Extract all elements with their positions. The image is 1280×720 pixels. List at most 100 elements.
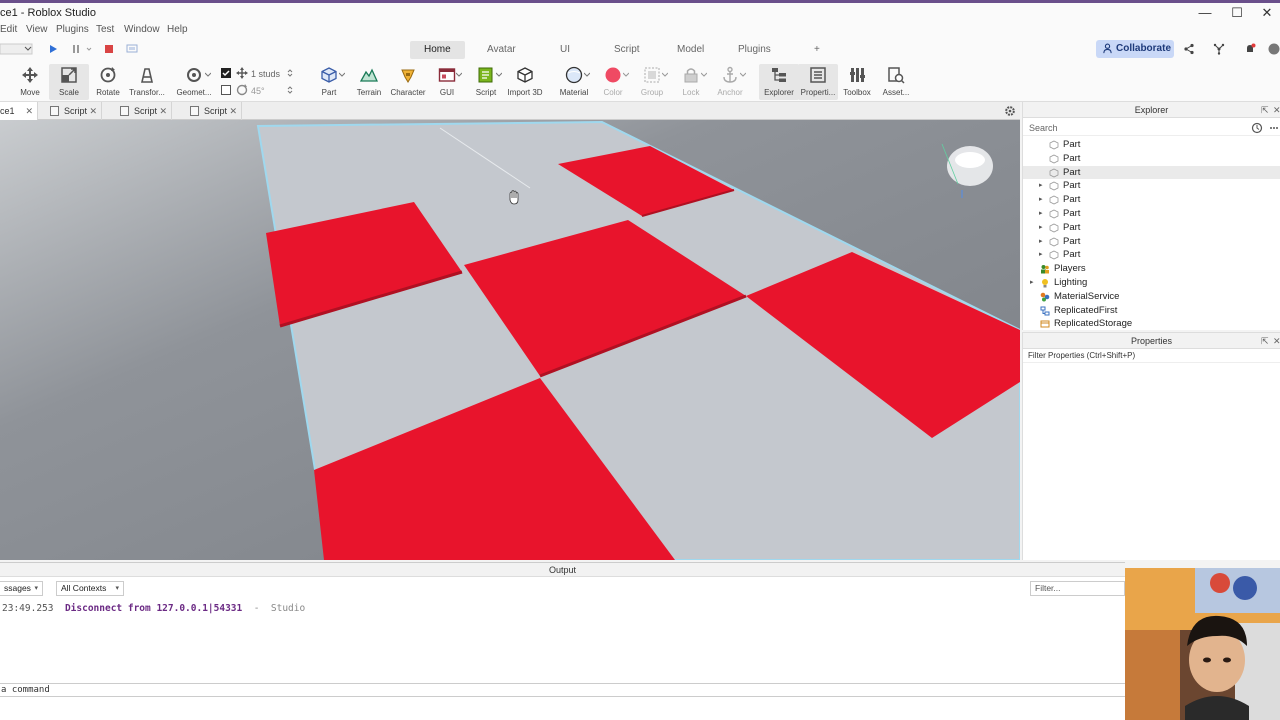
tree-item-part[interactable]: ▸ Part [1023,221,1280,235]
material-dropdown-icon[interactable] [584,72,590,78]
properties-filter-input[interactable]: Filter Properties (Ctrl+Shift+P) [1023,349,1280,363]
output-filter-input[interactable]: Filter... [1030,581,1125,596]
tree-item-part[interactable]: ▸ Part [1023,207,1280,221]
client-server-icon[interactable] [126,43,138,55]
move-tool[interactable]: Move [10,64,50,100]
avatar-icon[interactable] [1268,43,1280,55]
expand-arrow-icon[interactable]: ▸ [1039,235,1043,249]
menu-window[interactable]: Window [124,24,160,35]
anchor-tool[interactable]: Anchor [710,64,750,100]
tree-item-part[interactable]: ▸ Part [1023,248,1280,262]
tree-item-part[interactable]: ▸ Part [1023,235,1280,249]
3d-viewport[interactable] [0,120,1020,560]
command-bar-input[interactable]: a command [0,683,1125,697]
tree-item-part[interactable]: Part [1023,152,1280,166]
expand-arrow-icon[interactable]: ▸ [1039,248,1043,262]
rotate-snap-checkbox[interactable] [221,85,231,95]
lock-tool[interactable]: Lock [671,64,711,100]
explorer-close-icon[interactable]: ✕ [1273,102,1280,118]
geometry-dropdown-icon[interactable] [205,72,211,78]
properties-popout-icon[interactable]: ⇱ [1261,333,1269,349]
studs-value[interactable]: 1 studs [251,69,280,79]
tree-item-part[interactable]: ▸ Part [1023,179,1280,193]
minimize-button[interactable]: — [1190,4,1220,22]
lock-dropdown-icon[interactable] [701,72,707,78]
anchor-dropdown-icon[interactable] [740,72,746,78]
play-icon[interactable] [47,43,59,55]
expand-arrow-icon[interactable]: ▸ [1039,207,1043,221]
explorer-popout-icon[interactable]: ⇱ [1261,102,1269,118]
tree-item-players[interactable]: Players [1023,262,1280,276]
tab-script[interactable]: Script [600,41,654,59]
tab-add[interactable]: + [800,41,834,59]
tab-script-2[interactable]: Script ✕ [116,102,172,120]
color-tool[interactable]: Color [593,64,633,100]
expand-arrow-icon[interactable]: ▸ [1030,276,1034,290]
part-dropdown-icon[interactable] [339,72,345,78]
gui-dropdown-icon[interactable] [456,72,462,78]
menu-view[interactable]: View [26,24,48,35]
tree-item-lighting[interactable]: ▸ Lighting [1023,276,1280,290]
maximize-button[interactable]: ☐ [1222,4,1252,22]
menu-help[interactable]: Help [167,24,188,35]
terrain-tool[interactable]: Terrain [349,64,389,100]
gui-tool[interactable]: GUI [427,64,467,100]
script-tool[interactable]: Script [466,64,506,100]
tab-script-3[interactable]: Script ✕ [186,102,242,120]
explorer-tool[interactable]: Explorer [759,64,799,100]
part-tool[interactable]: Part [309,64,349,100]
expand-arrow-icon[interactable]: ▸ [1039,221,1043,235]
tab-avatar[interactable]: Avatar [473,41,530,59]
explorer-search-input[interactable]: Search [1023,120,1280,136]
scale-tool[interactable]: Scale [49,64,89,100]
tab-plugins[interactable]: Plugins [724,41,785,59]
character-tool[interactable]: Character [388,64,428,100]
color-dropdown-icon[interactable] [623,72,629,78]
tab-place[interactable]: ce1 ✕ [0,102,38,120]
menu-test[interactable]: Test [96,24,114,35]
menu-edit[interactable]: Edit [0,24,17,35]
toolbox-tool[interactable]: Toolbox [837,64,877,100]
context-select[interactable]: All Contexts ▾ [56,581,124,596]
stop-icon[interactable] [103,43,115,55]
group-tool[interactable]: Group [632,64,672,100]
network-icon[interactable] [1213,43,1225,55]
tree-item-part[interactable]: ▸ Part [1023,193,1280,207]
angle-stepper-icon[interactable] [287,85,293,95]
tab-script-3-close[interactable]: ✕ [229,102,237,120]
tab-script-1-close[interactable]: ✕ [89,102,97,120]
tab-place-close[interactable]: ✕ [25,102,33,120]
close-button[interactable]: ✕ [1252,4,1280,22]
tab-home[interactable]: Home [410,41,465,59]
tab-ui[interactable]: UI [546,41,584,59]
tree-item-material-service[interactable]: MaterialService [1023,290,1280,304]
collaborate-button[interactable]: Collaborate [1096,40,1174,58]
more-options-icon[interactable] [1269,122,1279,134]
group-dropdown-icon[interactable] [662,72,668,78]
properties-close-icon[interactable]: ✕ [1273,333,1280,349]
move-snap-checkbox[interactable] [221,68,231,78]
import-3d-tool[interactable]: Import 3D [505,64,545,100]
transform-tool[interactable]: Transfor... [127,64,167,100]
place-dropdown[interactable] [0,43,34,55]
material-tool[interactable]: Material [554,64,594,100]
expand-arrow-icon[interactable]: ▸ [1039,193,1043,207]
pause-icon[interactable] [70,43,82,55]
notification-bell-icon[interactable] [1244,43,1256,55]
tab-script-2-close[interactable]: ✕ [159,102,167,120]
rotate-tool[interactable]: Rotate [88,64,128,100]
expand-arrow-icon[interactable]: ▸ [1039,179,1043,193]
viewport-settings-gear-icon[interactable] [1004,105,1016,117]
properties-tool[interactable]: Properti... [798,64,838,100]
tab-script-1[interactable]: Script ✕ [46,102,102,120]
tree-item-part[interactable]: Part [1023,165,1280,180]
pause-dropdown-icon[interactable] [86,43,92,55]
history-icon[interactable] [1251,122,1263,134]
tree-item-replicated-storage[interactable]: ReplicatedStorage [1023,317,1280,331]
tree-item-replicated-first[interactable]: ReplicatedFirst [1023,304,1280,318]
angle-value[interactable]: 45° [251,86,265,96]
message-type-select[interactable]: ssages ▾ [0,581,43,596]
studs-stepper-icon[interactable] [287,68,293,78]
asset-manager-tool[interactable]: Asset... [876,64,916,100]
tab-model[interactable]: Model [663,41,718,59]
